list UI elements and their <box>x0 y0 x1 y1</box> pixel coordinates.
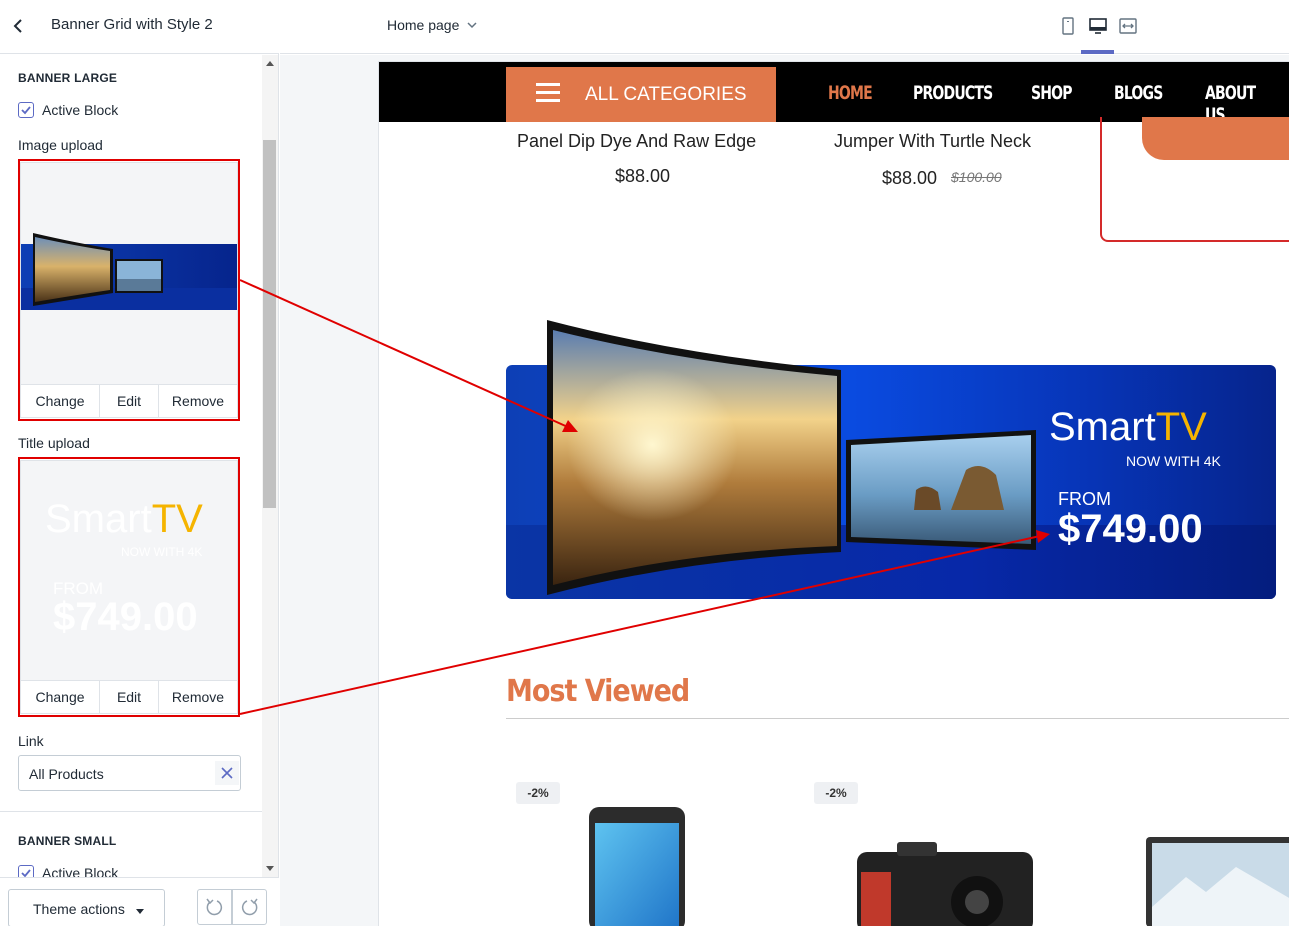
laptop-product-image[interactable] <box>1146 837 1289 926</box>
promo-button[interactable] <box>1142 117 1289 160</box>
mobile-view-button[interactable] <box>1058 16 1078 36</box>
redo-button[interactable] <box>232 889 267 925</box>
scroll-up-arrow-icon[interactable] <box>266 61 274 66</box>
sidebar-footer: Theme actions <box>0 877 279 926</box>
fullwidth-icon <box>1119 18 1137 34</box>
banner-subtitle: NOW WITH 4K <box>1126 453 1221 469</box>
sidebar-title: Banner Grid with Style 2 <box>51 16 213 33</box>
checkbox-label: Active Block <box>42 865 119 877</box>
check-icon <box>21 106 31 115</box>
close-icon <box>221 767 233 779</box>
checkbox[interactable] <box>18 865 34 877</box>
fullscreen-view-button[interactable] <box>1118 16 1138 36</box>
theme-actions-label: Theme actions <box>33 901 125 917</box>
check-icon <box>21 869 31 877</box>
all-categories-label: ALL CATEGORIES <box>585 84 747 105</box>
discount-badge: -2% <box>814 782 858 804</box>
discount-badge: -2% <box>516 782 560 804</box>
link-input[interactable]: All Products <box>18 755 241 791</box>
highlight-box <box>18 457 240 717</box>
all-categories-button[interactable]: ALL CATEGORIES <box>506 67 776 122</box>
nav-products[interactable]: PRODUCTS <box>913 82 993 104</box>
undo-icon <box>206 898 223 916</box>
settings-panel: BANNER LARGE Active Block Image upload C… <box>0 55 262 877</box>
smartphone-product-image[interactable] <box>587 807 687 926</box>
desktop-view-button[interactable] <box>1088 16 1108 36</box>
product-old-price: $100.00 <box>951 169 1002 185</box>
curved-tv-image <box>547 320 841 595</box>
product-price: $88.00 <box>882 168 938 188</box>
caret-down-icon <box>136 909 144 914</box>
section-divider <box>0 811 262 812</box>
link-label: Link <box>18 733 44 749</box>
highlight-box <box>18 159 240 421</box>
preview-area: ALL CATEGORIES HOME PRODUCTS SHOP BLOGS … <box>280 55 1289 926</box>
active-view-indicator <box>1081 50 1114 54</box>
small-tv-image <box>846 430 1036 550</box>
banner-price: $749.00 <box>1058 507 1203 551</box>
theme-actions-button[interactable]: Theme actions <box>8 889 165 926</box>
nav-home[interactable]: HOME <box>828 82 873 104</box>
title-upload-label: Title upload <box>18 435 90 451</box>
action-camera-product-image[interactable] <box>857 842 1033 926</box>
banner-small-heading: BANNER SMALL <box>18 834 117 848</box>
clear-link-button[interactable] <box>215 761 239 785</box>
store-preview: ALL CATEGORIES HOME PRODUCTS SHOP BLOGS … <box>379 62 1289 926</box>
sidebar-scrollbar[interactable] <box>262 55 278 877</box>
checkbox[interactable] <box>18 102 34 118</box>
chevron-left-icon <box>13 19 22 33</box>
link-value: All Products <box>29 766 104 782</box>
banner-large-heading: BANNER LARGE <box>18 71 118 85</box>
product-price: $88.00 <box>615 166 671 186</box>
undo-button[interactable] <box>197 889 232 925</box>
page-selector[interactable]: Home page <box>387 17 459 33</box>
section-divider <box>506 718 1289 719</box>
product-name[interactable]: Panel Dip Dye And Raw Edge <box>517 131 756 152</box>
scroll-down-arrow-icon[interactable] <box>266 866 274 871</box>
store-nav: ALL CATEGORIES HOME PRODUCTS SHOP BLOGS … <box>379 62 1289 126</box>
chevron-down-icon[interactable] <box>466 19 478 31</box>
back-button[interactable] <box>8 14 32 38</box>
mobile-icon <box>1062 17 1074 35</box>
redo-icon <box>241 898 258 916</box>
theme-editor: Banner Grid with Style 2 BANNER LARGE Ac… <box>0 0 1289 926</box>
desktop-icon <box>1089 18 1107 34</box>
nav-blogs[interactable]: BLOGS <box>1114 82 1163 104</box>
sidebar-header: Banner Grid with Style 2 <box>0 0 279 54</box>
scrollbar-thumb[interactable] <box>263 140 276 508</box>
sidebar: Banner Grid with Style 2 BANNER LARGE Ac… <box>0 0 279 926</box>
banner-title: SmartTV <box>1049 405 1207 449</box>
hamburger-icon <box>536 83 560 103</box>
checkbox-label: Active Block <box>42 102 119 118</box>
smart-tv-banner[interactable]: SmartTV NOW WITH 4K FROM $749.00 <box>506 320 1276 599</box>
image-upload-label: Image upload <box>18 137 103 153</box>
product-name[interactable]: Jumper With Turtle Neck <box>834 131 1031 152</box>
editor-topbar: Home page <box>280 0 1289 54</box>
section-title: Most Viewed <box>506 674 690 709</box>
nav-shop[interactable]: SHOP <box>1031 82 1073 104</box>
